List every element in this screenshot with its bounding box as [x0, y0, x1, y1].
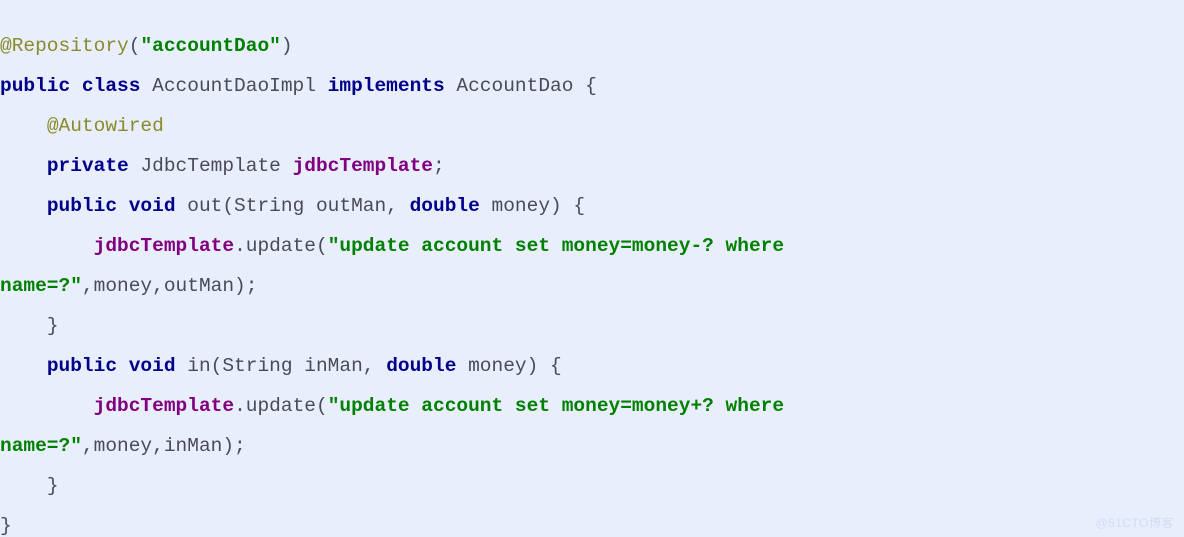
code-token-pln: money) {: [479, 195, 586, 217]
code-token-kw: private: [46, 155, 129, 177]
code-token-kw: implements: [327, 75, 445, 97]
code-token-kw: double: [386, 355, 457, 377]
code-token-kw: public void: [46, 355, 176, 377]
code-token-ann: @Autowired: [46, 115, 164, 137]
code-line: @Autowired: [0, 106, 1184, 146]
java-code-block[interactable]: @Repository("accountDao") public class Ac…: [0, 0, 1184, 537]
code-token-pln: ): [280, 35, 293, 57]
code-token-kw: public void: [46, 195, 176, 217]
code-line: }: [0, 506, 1184, 537]
code-token-fld: jdbcTemplate: [93, 395, 235, 417]
code-token-pln: AccountDaoImpl: [140, 75, 328, 97]
code-token-pln: ,money,outMan);: [81, 275, 258, 297]
code-token-pln: money) {: [456, 355, 562, 377]
code-token-pln: .update(: [234, 235, 328, 257]
code-token-fld: jdbcTemplate: [93, 235, 235, 257]
code-token-str: name=?": [0, 275, 82, 297]
code-token-kw: public class: [0, 75, 141, 97]
code-token-pln: (: [128, 35, 141, 57]
code-line: jdbcTemplate.update("update account set …: [0, 226, 1184, 266]
code-token-pln: }: [46, 475, 59, 497]
code-line: public class AccountDaoImpl implements A…: [0, 66, 1184, 106]
code-token-str: "update account set money=money+? where: [327, 395, 785, 417]
code-token-pln: in(String inMan,: [175, 355, 387, 377]
code-token-pln: AccountDao {: [444, 75, 597, 97]
code-line-continuation: name=?",money,outMan);: [0, 266, 1184, 306]
code-line: private JdbcTemplate jdbcTemplate;: [0, 146, 1184, 186]
code-token-pln: out(String outMan,: [175, 195, 410, 217]
code-line: public void out(String outMan, double mo…: [0, 186, 1184, 226]
site-watermark: @51CTO博客: [1095, 516, 1174, 530]
code-line: public void in(String inMan, double mone…: [0, 346, 1184, 386]
code-token-pln: ,money,inMan);: [81, 435, 246, 457]
code-line: jdbcTemplate.update("update account set …: [0, 386, 1184, 426]
code-token-pln: }: [0, 515, 12, 537]
code-token-ann: @Repository: [0, 35, 129, 57]
code-token-str: "accountDao": [140, 35, 281, 57]
code-token-str: "update account set money=money-? where: [327, 235, 785, 257]
code-line: }: [0, 466, 1184, 506]
code-screenshot-surface: @Repository("accountDao") public class Ac…: [0, 0, 1184, 537]
code-line: @Repository("accountDao"): [0, 26, 1184, 66]
code-token-pln: JdbcTemplate: [128, 155, 293, 177]
code-line-continuation: name=?",money,inMan);: [0, 426, 1184, 466]
code-token-fld: jdbcTemplate: [292, 155, 433, 177]
code-token-pln: .update(: [234, 395, 328, 417]
code-token-str: name=?": [0, 435, 82, 457]
code-token-pln: ;: [433, 155, 445, 177]
code-token-pln: }: [46, 315, 59, 337]
code-line: }: [0, 306, 1184, 346]
code-token-kw: double: [409, 195, 480, 217]
